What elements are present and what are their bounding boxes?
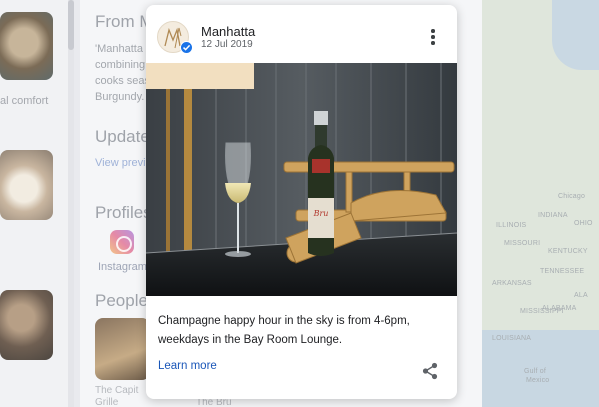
share-icon[interactable] (422, 362, 438, 380)
result-thumbnail (0, 12, 53, 80)
from-text-line: Burgundy. (95, 91, 145, 103)
map-lake (552, 0, 599, 70)
svg-text:Bru: Bru (313, 209, 329, 218)
scrollbar-track (68, 0, 74, 407)
post-date: 12 Jul 2019 (201, 39, 253, 50)
from-text-line: cooks seas (95, 75, 151, 87)
view-previous-link: View previ (95, 157, 146, 169)
result-caption: al comfort (0, 95, 49, 107)
result-thumbnail (0, 150, 53, 220)
map-label: Chicago (558, 193, 586, 200)
map-label: Gulf of (524, 368, 547, 375)
map-label: ALA (574, 292, 588, 299)
instagram-label: Instagram (98, 261, 147, 273)
map-label: ALABAMA (542, 305, 577, 312)
profiles-heading: Profiles (95, 203, 152, 222)
from-text-line: combining (95, 59, 146, 71)
verified-check-icon (180, 41, 193, 54)
people-photo (95, 318, 150, 380)
map-label: MISSOURI (504, 240, 541, 247)
map-label: TENNESSEE (540, 268, 585, 275)
post-caption: Champagne happy hour in the sky is from … (158, 315, 410, 346)
people-heading: People (95, 291, 148, 310)
map-label: OHIO (574, 220, 593, 227)
learn-more-link[interactable]: Learn more (158, 360, 217, 372)
map: Chicago MISSOURI TENNESSEE ARKANSAS MISS… (482, 0, 599, 407)
post-photo: Bru (146, 63, 457, 296)
instagram-icon (110, 230, 134, 254)
map-label: INDIANA (538, 212, 568, 219)
people-caption: Grille (95, 397, 119, 407)
more-vert-icon[interactable] (427, 29, 439, 45)
post-card: Manhatta 12 Jul 2019 Bru Champagne happy… (146, 5, 457, 399)
map-label: ILLINOIS (496, 222, 527, 229)
result-thumbnail (0, 290, 53, 360)
from-heading: From M (95, 12, 154, 31)
scrollbar-thumb (68, 0, 74, 50)
people-caption: The Capit (95, 385, 139, 396)
post-header: Manhatta 12 Jul 2019 (146, 5, 457, 63)
post-author[interactable]: Manhatta (201, 24, 255, 39)
map-label: ARKANSAS (492, 280, 532, 287)
map-label: Mexico (526, 377, 550, 384)
map-label: KENTUCKY (548, 248, 588, 255)
map-label: LOUISIANA (492, 335, 532, 342)
